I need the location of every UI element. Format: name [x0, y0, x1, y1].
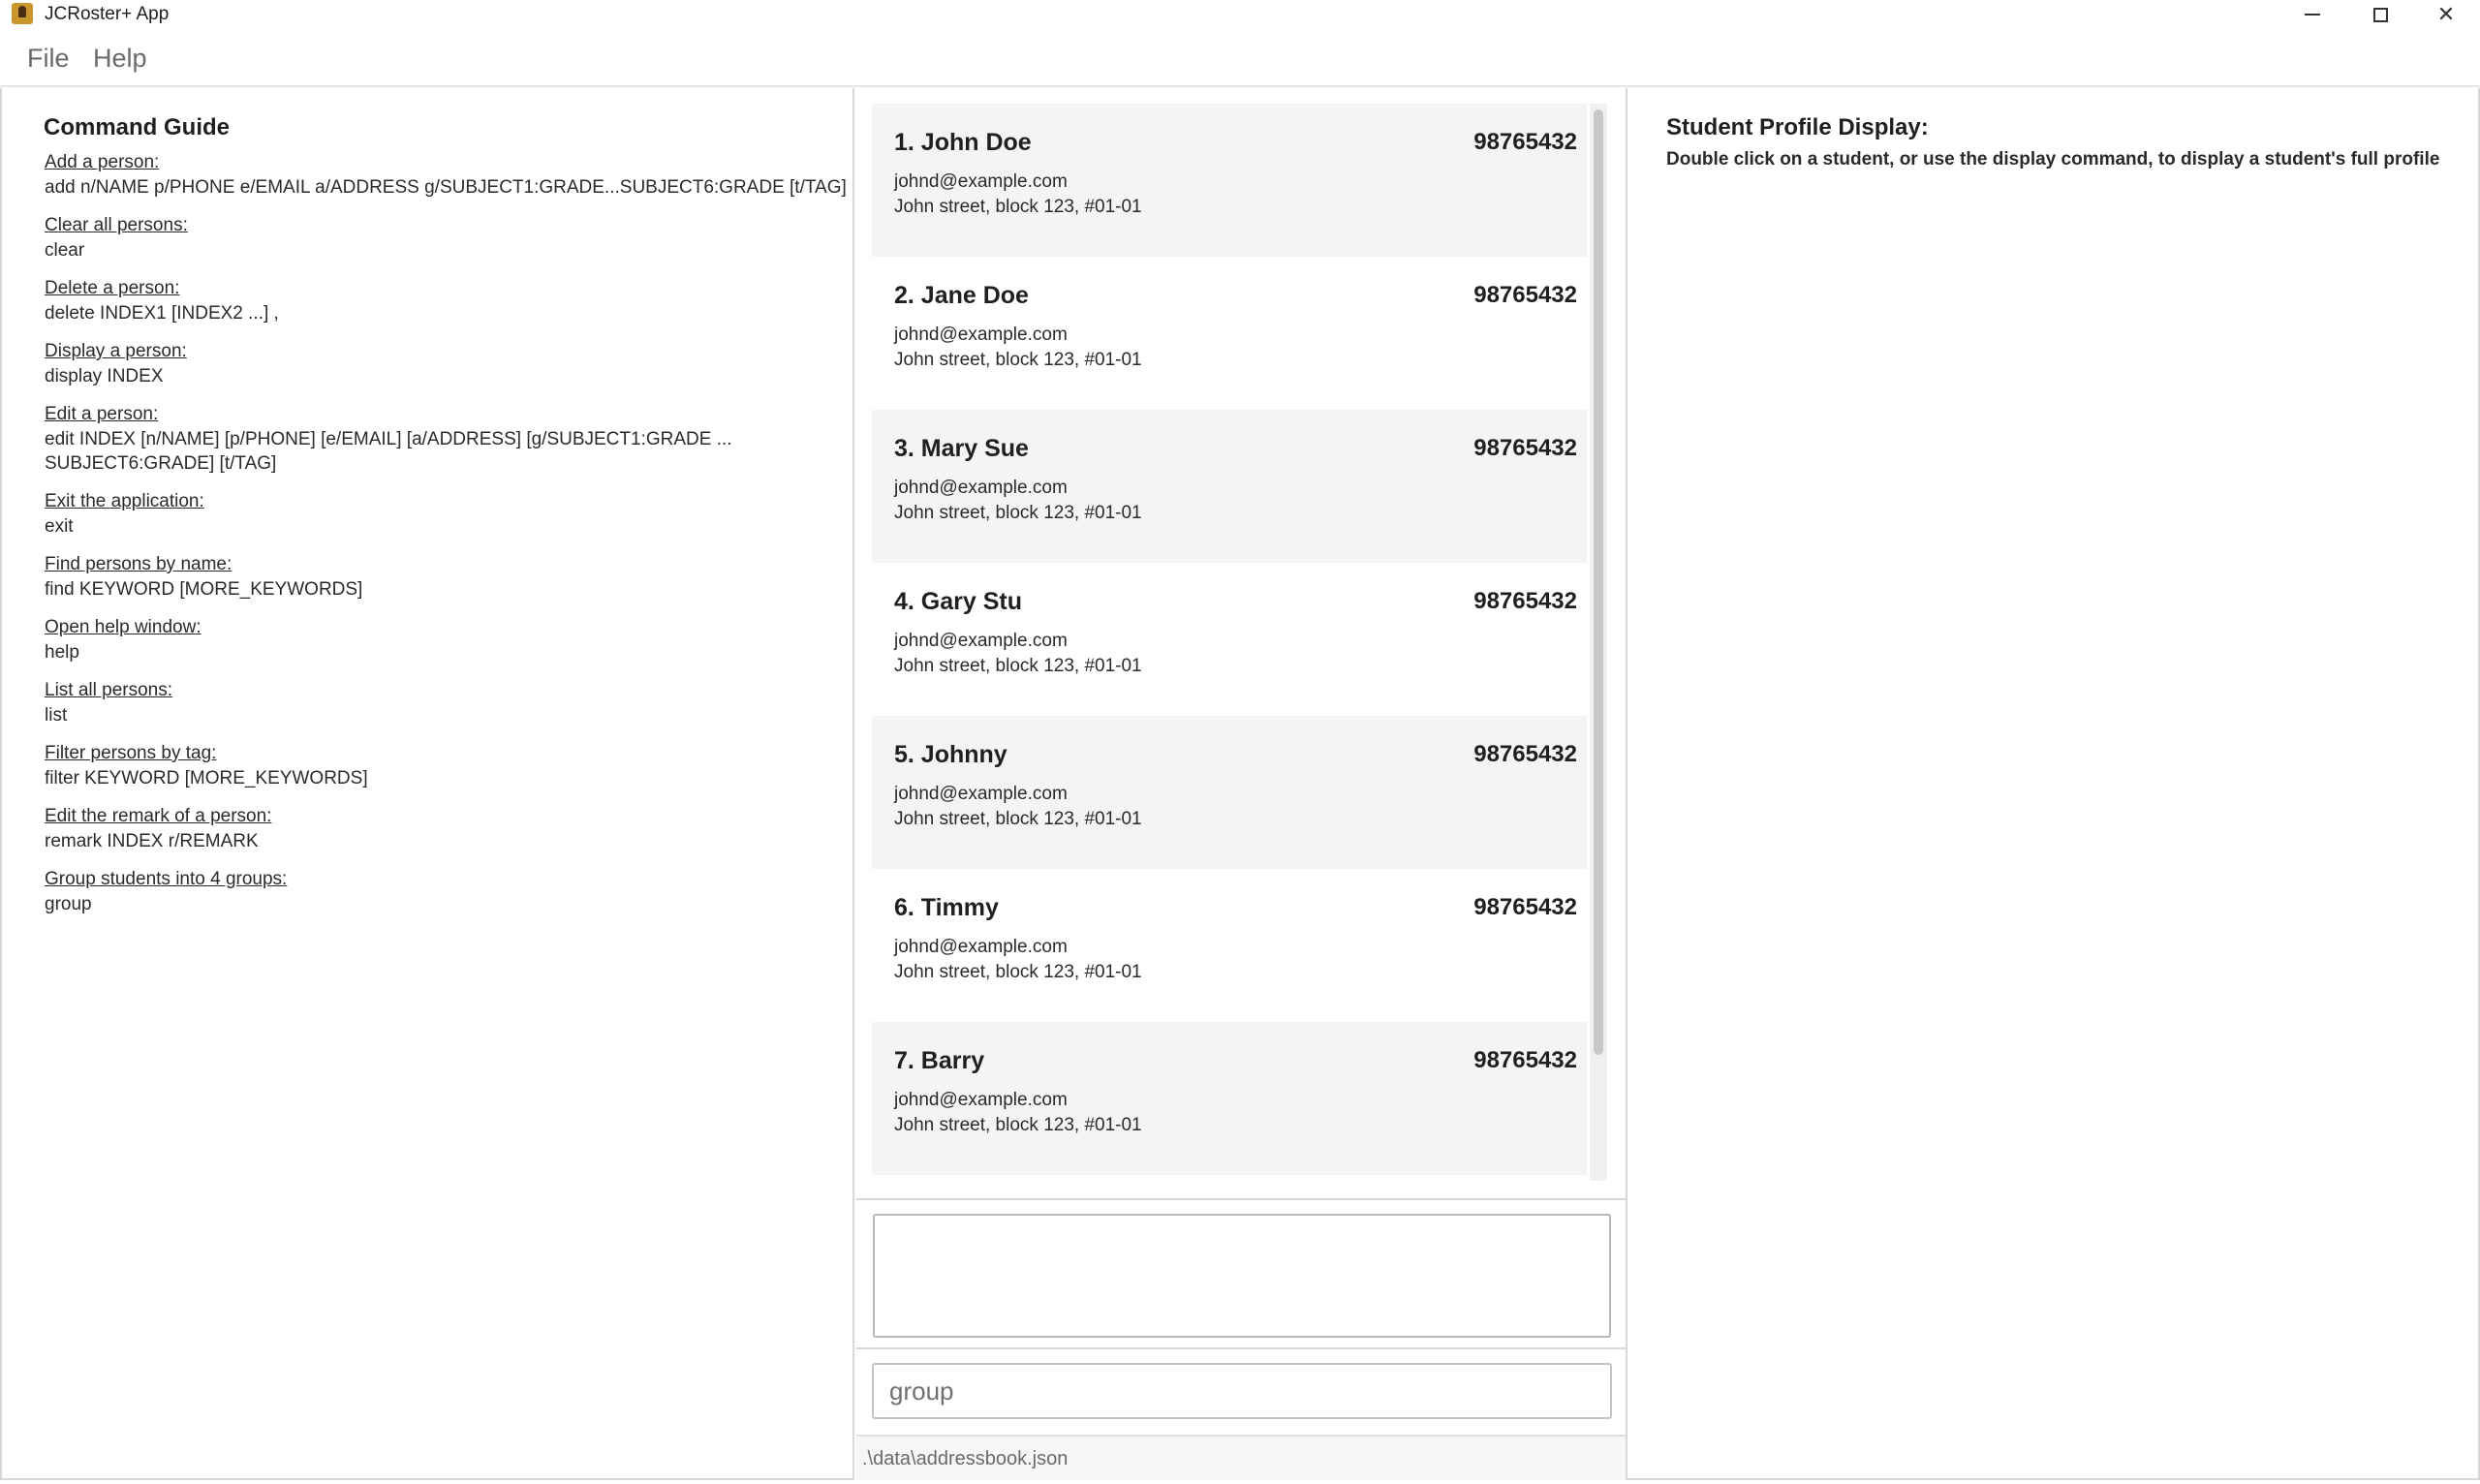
guide-entry-usage: filter KEYWORD [MORE_KEYWORDS]	[45, 768, 368, 788]
command-guide-title: Command Guide	[44, 114, 231, 140]
guide-entry: Exit the application: exit	[45, 489, 849, 539]
scrollbar-thumb[interactable]	[1594, 109, 1603, 1055]
person-phone: 98765432	[1473, 741, 1577, 767]
result-display[interactable]	[873, 1214, 1611, 1338]
command-guide-panel: Command Guide Add a person: add n/NAME p/…	[0, 88, 854, 1480]
guide-entry-description: Edit a person:	[45, 404, 159, 424]
guide-entry-description: Find persons by name:	[45, 554, 232, 574]
person-email: johnd@example.com	[894, 171, 1068, 192]
menu-bar: File Help	[0, 29, 2480, 87]
command-guide-list: Add a person: add n/NAME p/PHONE e/EMAIL …	[45, 150, 849, 930]
person-list[interactable]: 1. John Doe 98765432 johnd@example.com John…	[872, 104, 1587, 1192]
guide-entry-description: Delete a person:	[45, 278, 180, 298]
person-card[interactable]: 7. Barry 98765432 johnd@example.com John st…	[872, 1022, 1587, 1175]
guide-entry: Edit the remark of a person: remark INDEX…	[45, 804, 849, 853]
close-icon: ✕	[2436, 2, 2456, 26]
person-name: 5. Johnny	[894, 741, 1008, 768]
person-name: 1. John Doe	[894, 129, 1032, 156]
menu-help[interactable]: Help	[93, 44, 147, 74]
person-list-scrollbar[interactable]	[1590, 104, 1607, 1181]
guide-entry-description: Clear all persons:	[45, 215, 188, 235]
menu-file[interactable]: File	[27, 44, 70, 74]
command-input[interactable]: group	[872, 1363, 1612, 1419]
guide-entry-usage: remark INDEX r/REMARK	[45, 831, 259, 851]
guide-entry-description: Add a person:	[45, 152, 160, 172]
person-email: johnd@example.com	[894, 631, 1068, 651]
person-name: 6. Timmy	[894, 894, 999, 921]
guide-entry: Display a person: display INDEX	[45, 339, 849, 388]
minimize-icon	[2305, 14, 2320, 15]
person-address: John street, block 123, #01-01	[894, 962, 1142, 982]
window-title: JCRoster+ App	[45, 4, 170, 24]
guide-entry-usage: clear	[45, 240, 85, 261]
profile-hint: Double click on a student, or use the di…	[1666, 149, 2440, 170]
profile-title: Student Profile Display:	[1666, 114, 1929, 140]
title-bar: JCRoster+ App ✕	[0, 0, 2480, 29]
person-card[interactable]: 2. Jane Doe 98765432 johnd@example.com John…	[872, 257, 1587, 410]
guide-entry-usage: delete INDEX1 [INDEX2 ...] ,	[45, 303, 279, 324]
person-address: John street, block 123, #01-01	[894, 656, 1142, 676]
status-bar-save-location: .\data\addressbook.json	[856, 1435, 1626, 1480]
person-address: John street, block 123, #01-01	[894, 1115, 1142, 1135]
person-address: John street, block 123, #01-01	[894, 350, 1142, 370]
maximize-button[interactable]	[2346, 0, 2414, 29]
person-card[interactable]: 5. Johnny 98765432 johnd@example.com John s…	[872, 716, 1587, 869]
guide-entry-usage: display INDEX	[45, 366, 164, 386]
guide-entry-usage: list	[45, 705, 68, 726]
guide-entry: Group students into 4 groups: group	[45, 867, 849, 916]
person-address: John street, block 123, #01-01	[894, 197, 1142, 217]
guide-entry-usage: help	[45, 642, 79, 663]
guide-entry-description: Group students into 4 groups:	[45, 869, 288, 889]
person-email: johnd@example.com	[894, 1090, 1068, 1110]
guide-entry-description: Exit the application:	[45, 491, 204, 511]
guide-entry: Delete a person: delete INDEX1 [INDEX2 ..…	[45, 276, 849, 325]
guide-entry-description: Display a person:	[45, 341, 187, 361]
divider	[856, 1347, 1626, 1349]
person-card[interactable]: 6. Timmy 98765432 johnd@example.com John st…	[872, 869, 1587, 1022]
person-phone: 98765432	[1473, 588, 1577, 614]
minimize-button[interactable]	[2278, 0, 2346, 29]
person-phone: 98765432	[1473, 435, 1577, 461]
guide-entry: Clear all persons: clear	[45, 213, 849, 263]
person-email: johnd@example.com	[894, 784, 1068, 804]
guide-entry: Filter persons by tag: filter KEYWORD [MO…	[45, 741, 849, 790]
guide-entry-description: Edit the remark of a person:	[45, 806, 272, 826]
person-email: johnd@example.com	[894, 325, 1068, 345]
person-phone: 98765432	[1473, 894, 1577, 920]
guide-entry-description: Open help window:	[45, 617, 202, 637]
person-address: John street, block 123, #01-01	[894, 809, 1142, 829]
guide-entry: Add a person: add n/NAME p/PHONE e/EMAIL …	[45, 150, 849, 200]
guide-entry: Edit a person: edit INDEX [n/NAME] [p/PHO…	[45, 402, 849, 476]
guide-entry: List all persons: list	[45, 678, 849, 727]
guide-entry-usage: group	[45, 894, 92, 914]
person-phone: 98765432	[1473, 129, 1577, 155]
guide-entry: Open help window: help	[45, 615, 849, 665]
main-column: 1. John Doe 98765432 johnd@example.com John…	[856, 88, 1626, 1480]
person-address: John street, block 123, #01-01	[894, 503, 1142, 523]
person-phone: 98765432	[1473, 282, 1577, 308]
person-card[interactable]: 3. Mary Sue 98765432 johnd@example.com John…	[872, 410, 1587, 563]
person-email: johnd@example.com	[894, 478, 1068, 498]
person-name: 3. Mary Sue	[894, 435, 1029, 462]
person-name: 7. Barry	[894, 1047, 985, 1074]
guide-entry-usage: edit INDEX [n/NAME] [p/PHONE] [e/EMAIL] …	[45, 429, 732, 474]
person-phone: 98765432	[1473, 1047, 1577, 1073]
person-name: 4. Gary Stu	[894, 588, 1022, 615]
person-email: johnd@example.com	[894, 937, 1068, 957]
maximize-icon	[2372, 7, 2388, 22]
student-profile-panel: Student Profile Display: Double click on…	[1626, 88, 2480, 1480]
close-button[interactable]: ✕	[2412, 0, 2480, 29]
guide-entry-description: Filter persons by tag:	[45, 743, 217, 763]
guide-entry-usage: find KEYWORD [MORE_KEYWORDS]	[45, 579, 363, 600]
guide-entry-usage: exit	[45, 516, 74, 537]
person-name: 2. Jane Doe	[894, 282, 1029, 309]
person-card[interactable]: 4. Gary Stu 98765432 johnd@example.com John…	[872, 563, 1587, 716]
app-icon	[12, 3, 33, 24]
guide-entry-usage: add n/NAME p/PHONE e/EMAIL a/ADDRESS g/S…	[45, 177, 847, 198]
person-card[interactable]: 1. John Doe 98765432 johnd@example.com John…	[872, 104, 1587, 257]
person-list-panel: 1. John Doe 98765432 johnd@example.com John…	[856, 88, 1626, 1200]
guide-entry: Find persons by name: find KEYWORD [MORE_…	[45, 552, 849, 602]
guide-entry-description: List all persons:	[45, 680, 173, 700]
